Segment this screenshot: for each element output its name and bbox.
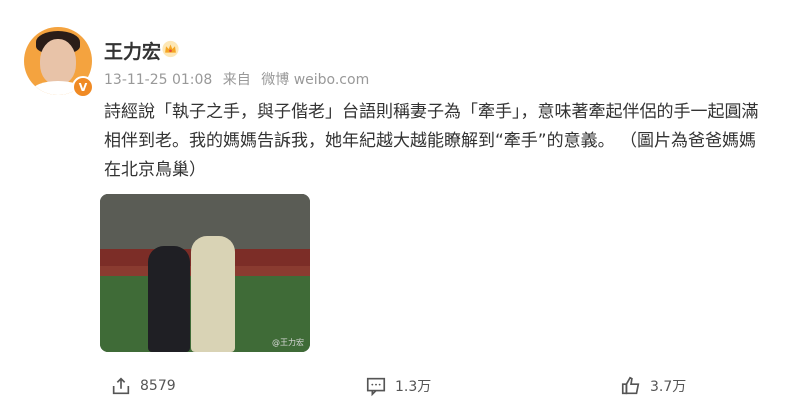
weibo-post-card: V 王力宏 13-11-25 01:08 来自 微博 weibo.com 詩經說…	[0, 0, 798, 412]
post-image[interactable]: @王力宏	[100, 194, 310, 352]
comment-count: 1.3万	[395, 379, 432, 395]
post-meta: 13-11-25 01:08 来自 微博 weibo.com	[104, 69, 375, 89]
author-name[interactable]: 王力宏	[104, 37, 161, 64]
share-count: 8579	[140, 378, 176, 394]
image-person-father	[191, 236, 235, 352]
post-timestamp[interactable]: 13-11-25 01:08	[104, 72, 212, 88]
image-person-mother	[148, 246, 190, 352]
avatar-face	[40, 39, 76, 85]
thumbs-up-icon	[621, 376, 640, 395]
like-button[interactable]: 3.7万	[620, 375, 686, 397]
crown-icon	[162, 40, 179, 58]
share-button[interactable]: 8579	[110, 375, 176, 397]
comment-button[interactable]: 1.3万	[365, 375, 431, 397]
comment-icon	[366, 377, 386, 397]
source-prefix: 来自	[222, 72, 251, 88]
verified-badge-icon: V	[72, 76, 94, 98]
post-text: 詩經說「執子之手，與子偕老」台語則稱妻子為「牽手」，意味著牽起伴侶的手一起圓滿相…	[104, 102, 759, 180]
share-icon	[112, 377, 130, 395]
like-count: 3.7万	[650, 379, 687, 395]
image-watermark: @王力宏	[272, 338, 304, 347]
post-source[interactable]: 微博 weibo.com	[261, 72, 369, 88]
